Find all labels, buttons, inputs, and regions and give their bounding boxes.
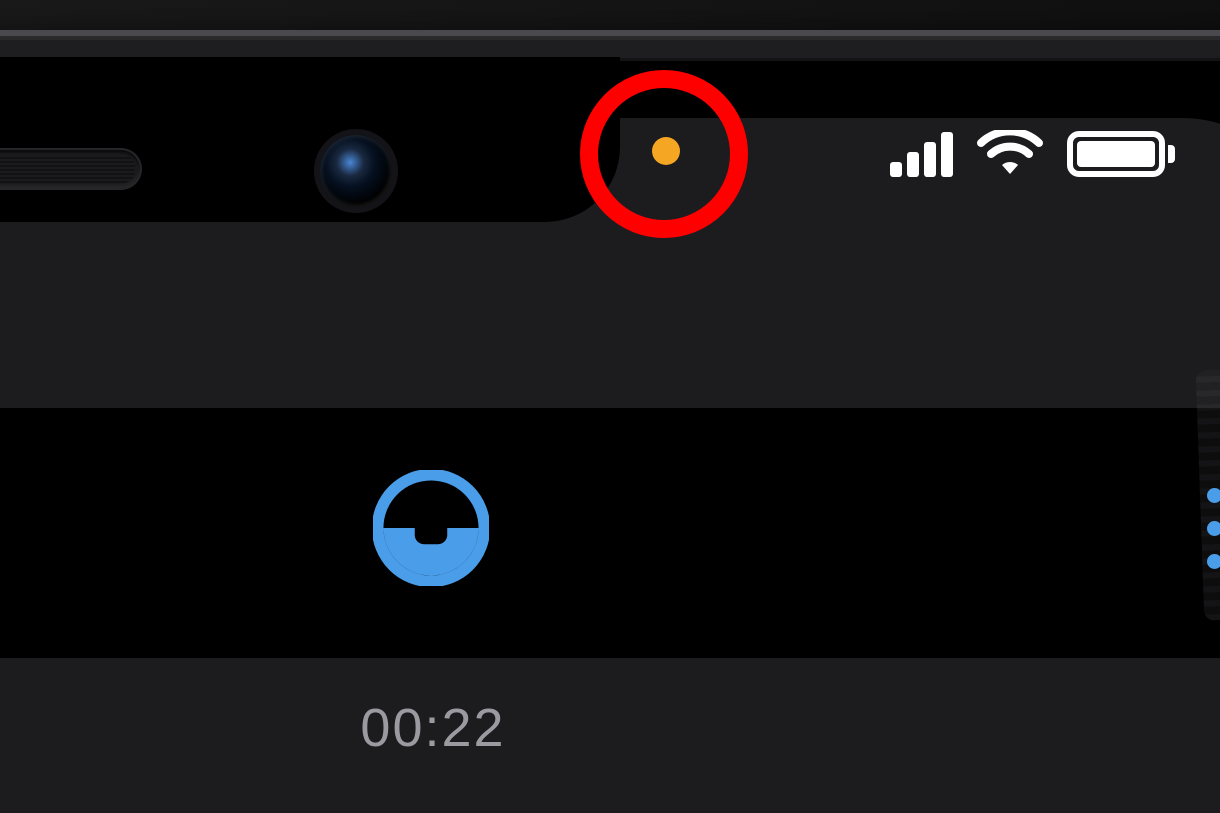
stop-icon xyxy=(373,470,489,586)
microphone-privacy-indicator-icon xyxy=(652,137,680,165)
cellular-signal-icon xyxy=(890,131,953,177)
battery-icon xyxy=(1067,131,1175,177)
device-notch xyxy=(0,57,620,222)
timer-value: 00:22 xyxy=(360,697,505,759)
status-bar[interactable] xyxy=(890,130,1175,178)
app-track-area xyxy=(0,408,1220,658)
front-camera xyxy=(320,135,392,207)
record-stop-button[interactable] xyxy=(373,470,489,586)
screen: T 00:22 xyxy=(0,118,1220,813)
wifi-icon xyxy=(977,130,1043,178)
earpiece-speaker xyxy=(0,150,140,188)
more-button[interactable] xyxy=(1207,488,1220,569)
dot-icon xyxy=(1207,521,1220,536)
recording-timer: 00:22 xyxy=(293,658,573,798)
dot-icon xyxy=(1207,554,1220,569)
dot-icon xyxy=(1207,488,1220,503)
